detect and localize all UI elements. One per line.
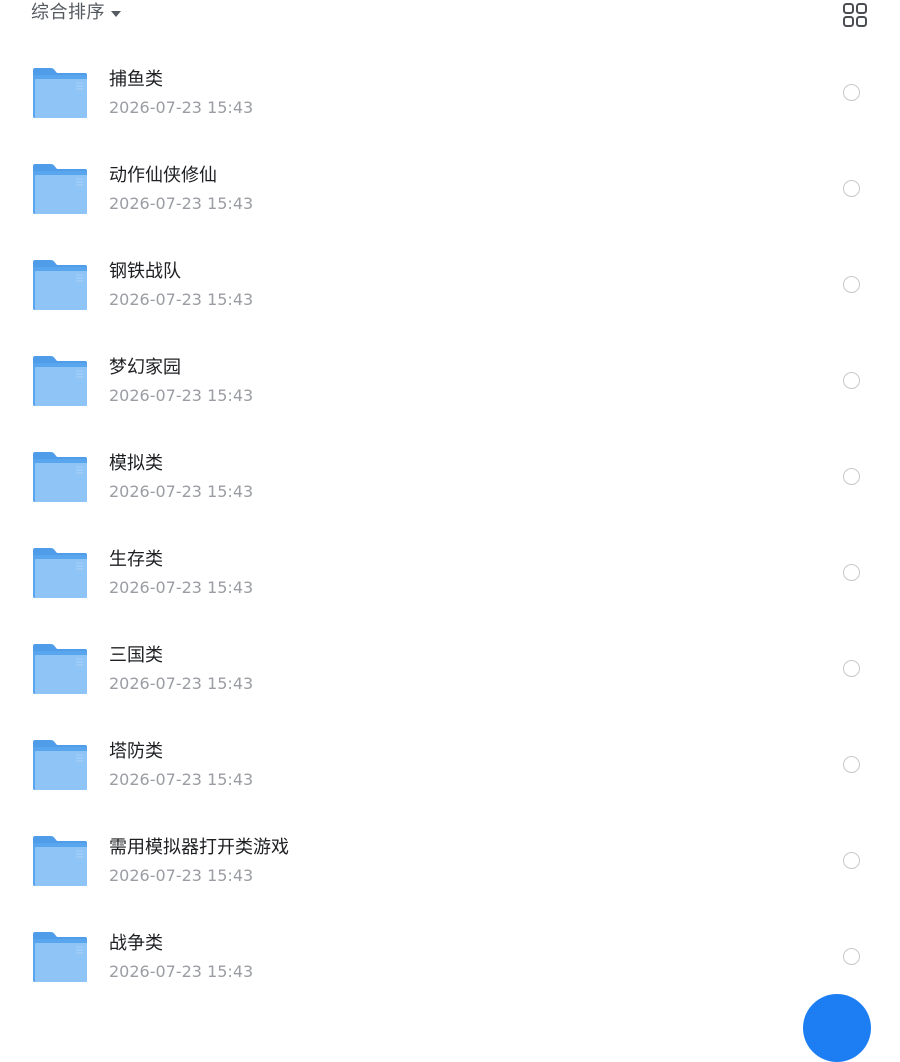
folder-row[interactable]: 捕鱼类 2026-07-23 15:43 <box>0 45 900 141</box>
folder-name: 生存类 <box>109 549 163 570</box>
select-radio[interactable] <box>843 852 860 869</box>
floating-action-button[interactable] <box>803 994 871 1062</box>
grid-view-icon <box>843 3 867 27</box>
folder-icon <box>33 164 87 214</box>
folder-icon <box>33 548 87 598</box>
folder-name: 动作仙侠修仙 <box>109 165 217 186</box>
select-radio[interactable] <box>843 948 860 965</box>
grid-view-button[interactable] <box>838 0 872 32</box>
folder-icon <box>33 260 87 310</box>
folder-icon <box>33 644 87 694</box>
folder-name: 战争类 <box>109 933 163 954</box>
folder-date: 2026-07-23 15:43 <box>109 962 254 981</box>
folder-name: 塔防类 <box>109 741 163 762</box>
folder-date: 2026-07-23 15:43 <box>109 482 254 501</box>
folder-row[interactable]: 模拟类 2026-07-23 15:43 <box>0 429 900 525</box>
select-radio[interactable] <box>843 660 860 677</box>
folder-row[interactable]: 钢铁战队 2026-07-23 15:43 <box>0 237 900 333</box>
folder-date: 2026-07-23 15:43 <box>109 98 254 117</box>
folder-name: 钢铁战队 <box>109 261 181 282</box>
select-radio[interactable] <box>843 564 860 581</box>
folder-date: 2026-07-23 15:43 <box>109 194 254 213</box>
folder-name: 需用模拟器打开类游戏 <box>109 837 289 858</box>
folder-name: 梦幻家园 <box>109 357 181 378</box>
folder-date: 2026-07-23 15:43 <box>109 386 254 405</box>
folder-name: 三国类 <box>109 645 163 666</box>
select-radio[interactable] <box>843 84 860 101</box>
folder-icon <box>33 452 87 502</box>
sort-dropdown[interactable]: 综合排序 <box>31 1 121 25</box>
folder-name: 模拟类 <box>109 453 163 474</box>
folder-date: 2026-07-23 15:43 <box>109 674 254 693</box>
folder-icon <box>33 740 87 790</box>
folder-row[interactable]: 梦幻家园 2026-07-23 15:43 <box>0 333 900 429</box>
folder-list: 捕鱼类 2026-07-23 15:43 动作仙侠修仙 2026-07-23 1… <box>0 45 900 1005</box>
folder-row[interactable]: 战争类 2026-07-23 15:43 <box>0 909 900 1005</box>
select-radio[interactable] <box>843 756 860 773</box>
select-radio[interactable] <box>843 468 860 485</box>
caret-down-icon <box>111 10 121 17</box>
select-radio[interactable] <box>843 372 860 389</box>
folder-date: 2026-07-23 15:43 <box>109 578 254 597</box>
folder-date: 2026-07-23 15:43 <box>109 770 254 789</box>
folder-row[interactable]: 生存类 2026-07-23 15:43 <box>0 525 900 621</box>
folder-row[interactable]: 需用模拟器打开类游戏 2026-07-23 15:43 <box>0 813 900 909</box>
folder-name: 捕鱼类 <box>109 69 163 90</box>
sort-label: 综合排序 <box>31 2 105 23</box>
folder-date: 2026-07-23 15:43 <box>109 866 254 885</box>
folder-row[interactable]: 塔防类 2026-07-23 15:43 <box>0 717 900 813</box>
folder-row[interactable]: 动作仙侠修仙 2026-07-23 15:43 <box>0 141 900 237</box>
folder-icon <box>33 836 87 886</box>
select-radio[interactable] <box>843 276 860 293</box>
folder-icon <box>33 356 87 406</box>
folder-date: 2026-07-23 15:43 <box>109 290 254 309</box>
folder-icon <box>33 68 87 118</box>
select-radio[interactable] <box>843 180 860 197</box>
folder-icon <box>33 932 87 982</box>
folder-row[interactable]: 三国类 2026-07-23 15:43 <box>0 621 900 717</box>
top-toolbar: 综合排序 <box>0 0 900 30</box>
